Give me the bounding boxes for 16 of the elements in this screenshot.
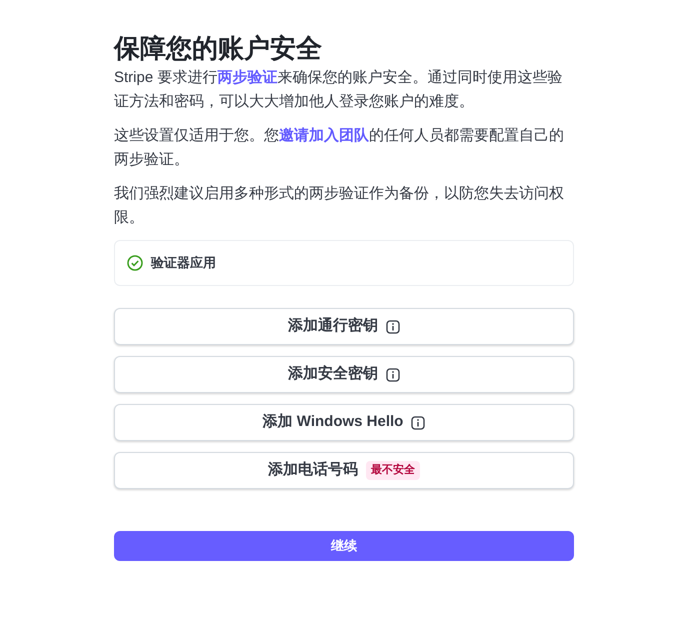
link[interactable]: 邀请加入团队 xyxy=(279,127,369,144)
info-icon xyxy=(411,416,426,430)
warning-tag: 最不安全 xyxy=(366,461,420,480)
paragraph: 这些设置仅适用于您。您邀请加入团队的任何人员都需要配置自己的两步验证。 xyxy=(114,126,565,170)
page-title: 保障您的账户安全 xyxy=(114,32,323,65)
add-button[interactable]: 添加 Windows Hello xyxy=(114,404,574,441)
add-button[interactable]: 添加安全密钥 xyxy=(114,356,574,393)
continue-button[interactable]: 继续 xyxy=(114,531,574,561)
method-label: 验证器应用 xyxy=(151,254,216,272)
paragraph: Stripe 要求进行两步验证来确保您的账户安全。通过同时使用这些验证方法和密码，可以大大增加他人登录您账户的难度。 xyxy=(114,68,564,112)
info-icon xyxy=(386,368,400,382)
info-icon xyxy=(386,320,400,334)
add-button[interactable]: 添加通行密钥 xyxy=(114,308,574,345)
add-button[interactable]: 添加电话号码 最不安全 xyxy=(114,452,574,489)
paragraph: 我们强烈建议启用多种形式的两步验证作为备份，以防您失去访问权限。 xyxy=(114,184,565,228)
link[interactable]: 两步验证 xyxy=(217,69,278,86)
